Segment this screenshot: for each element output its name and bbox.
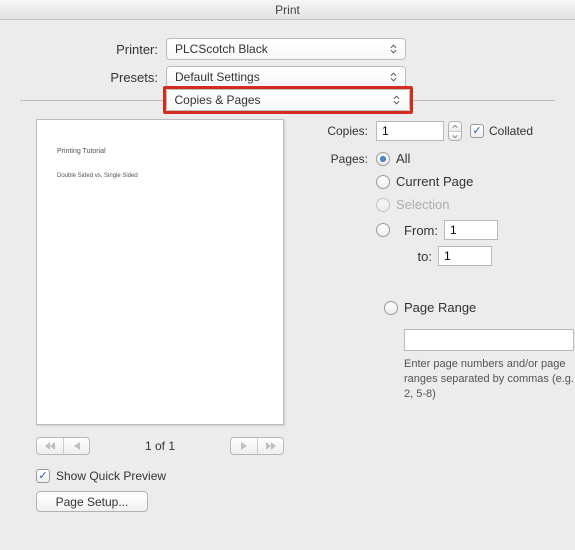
printer-select[interactable]: PLCScotch Black [166, 38, 406, 60]
stepper-down-icon[interactable] [449, 131, 461, 140]
quick-preview-label: Show Quick Preview [56, 469, 166, 483]
chevron-updown-icon [387, 42, 399, 56]
page-range-section: Page Range Enter page numbers and/or pag… [314, 300, 574, 402]
chevron-updown-icon [391, 93, 403, 107]
next-page-button[interactable] [231, 438, 257, 454]
to-label: to: [396, 249, 432, 264]
preview-column: Printing Tutorial Double Sided vs. Singl… [36, 119, 284, 512]
presets-value: Default Settings [175, 70, 260, 84]
page-range-help: Enter page numbers and/or page ranges se… [404, 357, 574, 402]
printer-label: Printer: [0, 42, 166, 57]
from-label: From: [402, 223, 438, 238]
last-page-button[interactable] [257, 438, 283, 454]
pages-all-radio[interactable] [376, 152, 390, 166]
section-value: Copies & Pages [175, 93, 261, 107]
from-input[interactable] [444, 220, 498, 240]
chevron-updown-icon [387, 70, 399, 84]
main-area: Printing Tutorial Double Sided vs. Singl… [0, 101, 575, 512]
pages-all-label: All [396, 151, 410, 166]
next-page-icon [238, 441, 250, 451]
copies-stepper[interactable] [448, 121, 462, 141]
page-range-radio[interactable] [384, 301, 398, 315]
stepper-up-icon[interactable] [449, 122, 461, 131]
preview-page: Printing Tutorial Double Sided vs. Singl… [36, 119, 284, 425]
printer-value: PLCScotch Black [175, 42, 268, 56]
page-setup-label: Page Setup... [56, 495, 129, 509]
page-range-row[interactable]: Page Range [384, 300, 574, 315]
pages-current-radio[interactable] [376, 175, 390, 189]
header-form: Printer: PLCScotch Black Presets: Defaul… [0, 20, 575, 88]
pager-right-group [230, 437, 284, 455]
pages-current-row[interactable]: Current Page [376, 174, 574, 189]
quick-preview-checkbox[interactable] [36, 469, 50, 483]
pages-selection-label: Selection [396, 197, 449, 212]
last-page-icon [265, 441, 277, 451]
section-select[interactable]: Copies & Pages [166, 89, 410, 111]
options-column: Copies: Collated Pages: All [314, 119, 574, 512]
pages-label: Pages: [314, 151, 376, 166]
preview-pager: 1 of 1 [36, 437, 284, 455]
to-input[interactable] [438, 246, 492, 266]
section-divider: Copies & Pages [20, 100, 555, 101]
page-range-label: Page Range [404, 300, 476, 315]
presets-select[interactable]: Default Settings [166, 66, 406, 88]
collated-checkbox[interactable] [470, 124, 484, 138]
pages-selection-row: Selection [376, 197, 574, 212]
prev-page-button[interactable] [63, 438, 89, 454]
pages-from-radio[interactable] [376, 223, 390, 237]
pages-all-row[interactable]: All [376, 151, 574, 166]
first-page-icon [44, 441, 56, 451]
presets-label: Presets: [0, 70, 166, 85]
page-indicator: 1 of 1 [90, 439, 230, 453]
collated-label: Collated [489, 124, 533, 138]
pages-selection-radio [376, 198, 390, 212]
window-titlebar: Print [0, 0, 575, 20]
preview-line-2: Double Sided vs. Single Sided [57, 173, 263, 179]
preview-line-1: Printing Tutorial [57, 148, 263, 155]
print-dialog-window: Print Printer: PLCScotch Black Presets: … [0, 0, 575, 550]
window-title: Print [275, 3, 300, 17]
page-range-input[interactable] [404, 329, 574, 351]
first-page-button[interactable] [37, 438, 63, 454]
page-setup-button[interactable]: Page Setup... [36, 491, 148, 512]
pager-left-group [36, 437, 90, 455]
section-highlight: Copies & Pages [163, 86, 413, 114]
quick-preview-row: Show Quick Preview [36, 469, 284, 483]
pages-current-label: Current Page [396, 174, 473, 189]
prev-page-icon [71, 441, 83, 451]
copies-input[interactable] [376, 121, 444, 141]
copies-label: Copies: [314, 124, 376, 138]
